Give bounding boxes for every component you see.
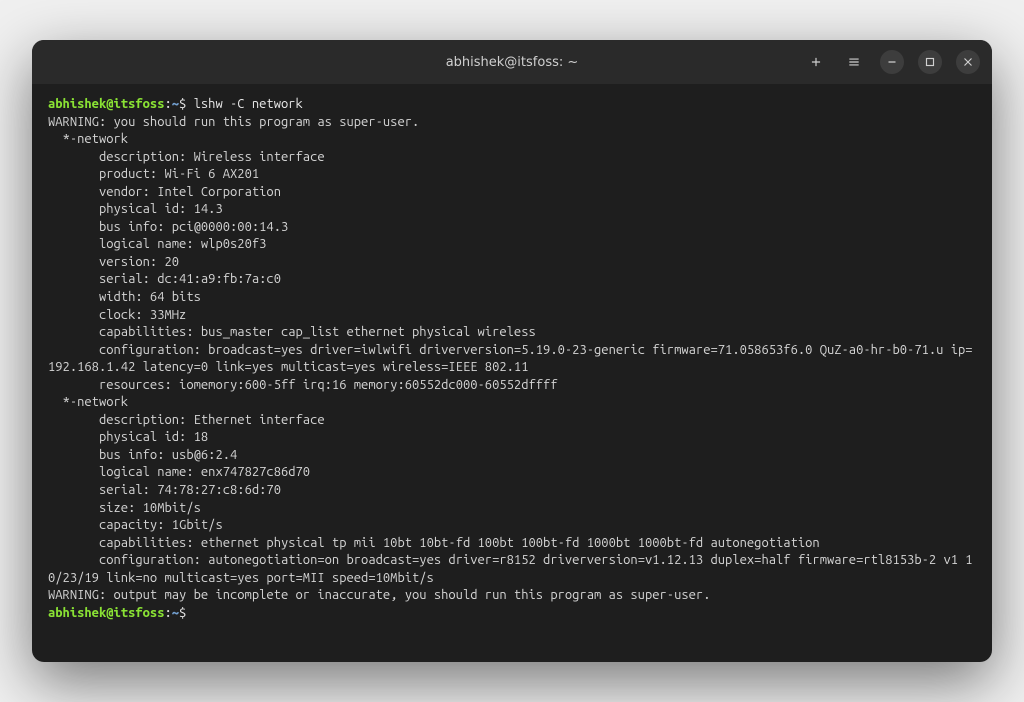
output-line: size: 10Mbit/s [48,501,201,515]
output-line: width: 64 bits [48,290,201,304]
window-controls [804,50,980,74]
close-button[interactable] [956,50,980,74]
prompt-sep: : [164,606,171,620]
prompt-path: ~ [172,97,179,111]
terminal-window: abhishek@itsfoss: ~ abhishek@itsfoss:~$ … [32,40,992,662]
maximize-icon [923,55,937,69]
output-line: logical name: wlp0s20f3 [48,237,266,251]
new-tab-button[interactable] [804,50,828,74]
output-line: capabilities: ethernet physical tp mii 1… [48,536,820,550]
output-line: configuration: autonegotiation=on broadc… [48,553,973,585]
window-title: abhishek@itsfoss: ~ [446,55,579,70]
minimize-icon [885,55,899,69]
output-line: physical id: 18 [48,430,208,444]
output-line: WARNING: you should run this program as … [48,115,419,129]
prompt-symbol: $ [179,97,186,111]
menu-button[interactable] [842,50,866,74]
prompt-user: abhishek@itsfoss [48,97,164,111]
prompt-path: ~ [172,606,179,620]
maximize-button[interactable] [918,50,942,74]
command-input: lshw -C network [194,97,303,111]
hamburger-icon [847,55,861,69]
output-line: capabilities: bus_master cap_list ethern… [48,325,536,339]
output-line: logical name: enx747827c86d70 [48,465,310,479]
output-line: serial: 74:78:27:c8:6d:70 [48,483,281,497]
output-line: bus info: pci@0000:00:14.3 [48,220,288,234]
prompt-symbol: $ [179,606,186,620]
output-line: WARNING: output may be incomplete or ina… [48,588,710,602]
output-line: vendor: Intel Corporation [48,185,281,199]
output-line: serial: dc:41:a9:fb:7a:c0 [48,272,281,286]
output-line: capacity: 1Gbit/s [48,518,223,532]
prompt-user: abhishek@itsfoss [48,606,164,620]
output-line: bus info: usb@6:2.4 [48,448,237,462]
minimize-button[interactable] [880,50,904,74]
output-line: clock: 33MHz [48,308,186,322]
output-line: description: Wireless interface [48,150,325,164]
output-line: resources: iomemory:600-5ff irq:16 memor… [48,378,558,392]
titlebar: abhishek@itsfoss: ~ [32,40,992,84]
output-line: *-network [48,395,128,409]
plus-icon [809,55,823,69]
output-line: product: Wi-Fi 6 AX201 [48,167,259,181]
output-line: version: 20 [48,255,179,269]
output-line: configuration: broadcast=yes driver=iwlw… [48,343,973,375]
output-line: description: Ethernet interface [48,413,325,427]
prompt-sep: : [164,97,171,111]
output-line: *-network [48,132,128,146]
terminal-body[interactable]: abhishek@itsfoss:~$ lshw -C network WARN… [32,84,992,662]
close-icon [961,55,975,69]
output-line: physical id: 14.3 [48,202,223,216]
